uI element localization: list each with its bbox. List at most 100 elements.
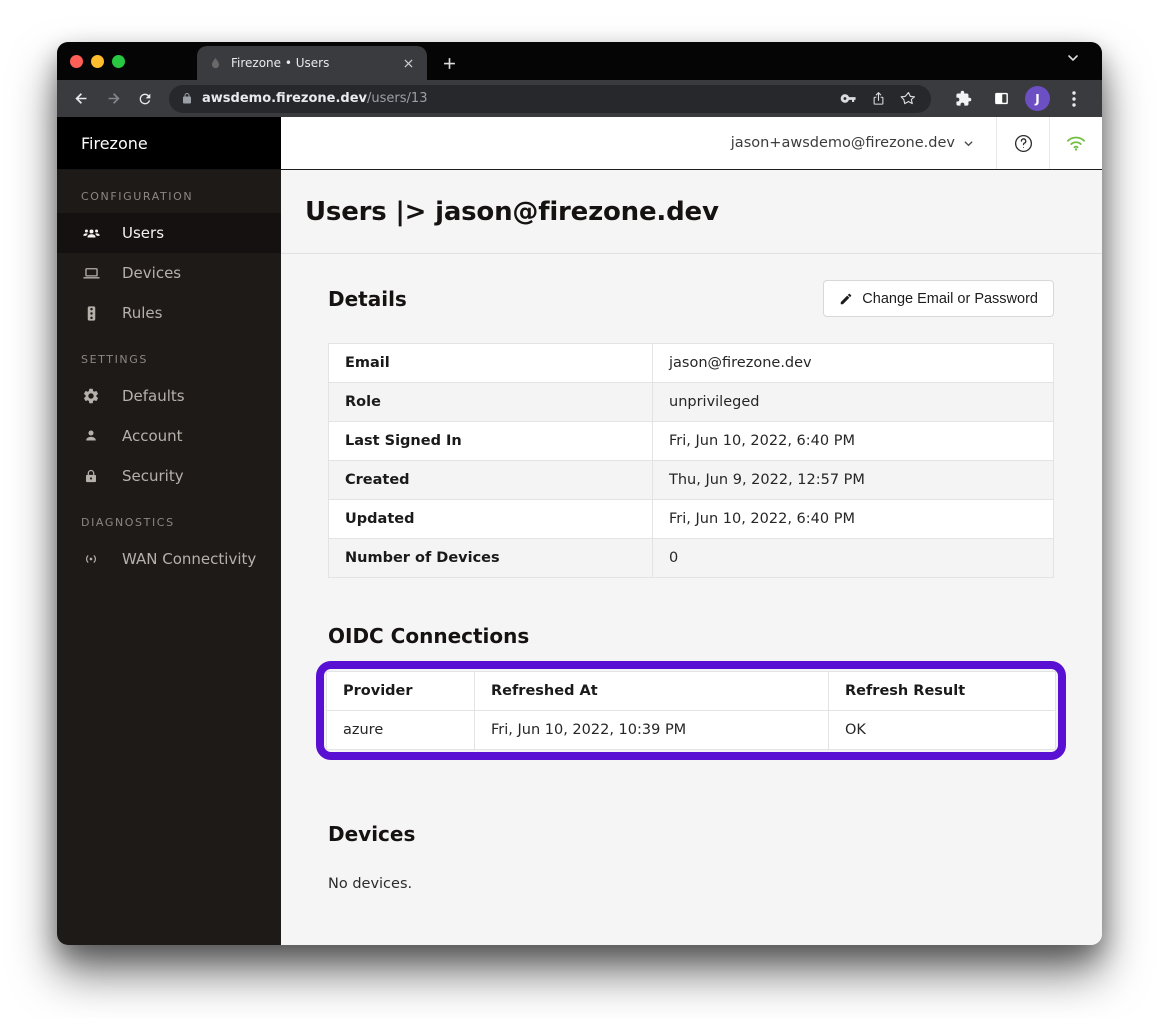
lock-icon (81, 468, 101, 485)
detail-label: Last Signed In (329, 422, 653, 461)
share-icon[interactable] (871, 90, 886, 107)
toolbar-right: J (941, 85, 1092, 113)
traffic-lights (57, 42, 139, 80)
url-domain: awsdemo.firezone.dev (202, 91, 367, 106)
bookmark-star-icon[interactable] (900, 90, 917, 107)
oidc-heading: OIDC Connections (328, 624, 529, 648)
browser-window: Firezone • Users (57, 42, 1102, 945)
oidc-refreshed-at: Fri, Jun 10, 2022, 10:39 PM (475, 711, 829, 750)
brand-logo[interactable]: Firezone (57, 117, 281, 170)
devices-section: Devices No devices. (328, 822, 1054, 892)
sidebar-section-diagnostics: DIAGNOSTICS (57, 496, 281, 539)
sidebar-item-label: Defaults (122, 387, 185, 405)
side-panel-icon[interactable] (987, 85, 1015, 113)
sidebar-item-label: Rules (122, 304, 162, 322)
address-bar[interactable]: awsdemo.firezone.dev/users/13 (169, 85, 931, 113)
sidebar-item-label: WAN Connectivity (122, 550, 256, 568)
table-row: azure Fri, Jun 10, 2022, 10:39 PM OK (327, 711, 1056, 750)
person-icon (81, 427, 101, 445)
help-icon (1013, 133, 1034, 154)
reload-icon[interactable] (131, 85, 159, 113)
sidebar-item-wan-connectivity[interactable]: WAN Connectivity (57, 539, 281, 579)
detail-value: Fri, Jun 10, 2022, 6:40 PM (653, 500, 1054, 539)
change-email-password-button[interactable]: Change Email or Password (823, 280, 1054, 317)
column-header-provider: Provider (327, 672, 475, 711)
sidebar-item-devices[interactable]: Devices (57, 253, 281, 293)
column-header-refreshed-at: Refreshed At (475, 672, 829, 711)
gear-icon (81, 387, 101, 405)
sidebar-item-account[interactable]: Account (57, 416, 281, 456)
sidebar-item-label: Users (122, 224, 164, 242)
sidebar-item-label: Security (122, 467, 184, 485)
wan-signal-icon (81, 550, 101, 568)
detail-value: Thu, Jun 9, 2022, 12:57 PM (653, 461, 1054, 500)
firezone-app: Firezone CONFIGURATION Users Devices (57, 117, 1102, 945)
sidebar-item-users[interactable]: Users (57, 213, 281, 253)
url-path: /users/13 (367, 91, 427, 106)
table-row: Created Thu, Jun 9, 2022, 12:57 PM (329, 461, 1054, 500)
extensions-puzzle-icon[interactable] (949, 85, 977, 113)
browser-menu-kebab-icon[interactable] (1060, 85, 1088, 113)
column-header-refresh-result: Refresh Result (829, 672, 1056, 711)
sidebar: Firezone CONFIGURATION Users Devices (57, 117, 281, 945)
oidc-highlight-annotation: Provider Refreshed At Refresh Result azu… (316, 661, 1066, 760)
page-title: Users |> jason@firezone.dev (305, 197, 719, 227)
url-text: awsdemo.firezone.dev/users/13 (202, 91, 840, 106)
close-window-button[interactable] (70, 55, 83, 68)
tab-search-chevron-icon[interactable] (1066, 51, 1080, 65)
detail-label: Email (329, 344, 653, 383)
laptop-icon (81, 264, 101, 283)
page-content: Details Change Email or Password Email j… (281, 254, 1102, 945)
minimize-window-button[interactable] (91, 55, 104, 68)
sidebar-item-security[interactable]: Security (57, 456, 281, 496)
app-topbar: jason+awsdemo@firezone.dev (281, 117, 1102, 170)
connectivity-button[interactable] (1049, 117, 1102, 169)
help-button[interactable] (996, 117, 1049, 169)
forward-icon[interactable] (99, 85, 127, 113)
sidebar-item-defaults[interactable]: Defaults (57, 376, 281, 416)
new-tab-button[interactable] (435, 49, 463, 77)
sidebar-section-configuration: CONFIGURATION (57, 170, 281, 213)
account-menu[interactable]: jason+awsdemo@firezone.dev (709, 117, 996, 169)
browser-toolbar: awsdemo.firezone.dev/users/13 (57, 80, 1102, 117)
detail-label: Updated (329, 500, 653, 539)
details-heading: Details (328, 287, 407, 311)
oidc-table: Provider Refreshed At Refresh Result azu… (326, 671, 1056, 750)
oidc-refresh-result: OK (829, 711, 1056, 750)
detail-label: Created (329, 461, 653, 500)
zoom-window-button[interactable] (112, 55, 125, 68)
omnibox-icons (840, 90, 921, 107)
table-row: Email jason@firezone.dev (329, 344, 1054, 383)
detail-value: 0 (653, 539, 1054, 578)
oidc-provider: azure (327, 711, 475, 750)
table-header-row: Provider Refreshed At Refresh Result (327, 672, 1056, 711)
browser-profile-avatar[interactable]: J (1025, 86, 1050, 111)
sidebar-item-label: Devices (122, 264, 181, 282)
details-header-row: Details Change Email or Password (328, 280, 1054, 317)
detail-value: Fri, Jun 10, 2022, 6:40 PM (653, 422, 1054, 461)
detail-value: jason@firezone.dev (653, 344, 1054, 383)
screenshot-stage: Firezone • Users (0, 0, 1159, 1018)
pencil-icon (839, 292, 853, 306)
devices-empty-text: No devices. (328, 876, 1054, 892)
table-row: Last Signed In Fri, Jun 10, 2022, 6:40 P… (329, 422, 1054, 461)
table-row: Number of Devices 0 (329, 539, 1054, 578)
page-header: Users |> jason@firezone.dev (281, 170, 1102, 254)
users-group-icon (81, 224, 101, 243)
back-icon[interactable] (67, 85, 95, 113)
table-row: Role unprivileged (329, 383, 1054, 422)
devices-heading: Devices (328, 822, 415, 846)
details-table: Email jason@firezone.dev Role unprivileg… (328, 343, 1054, 578)
sidebar-section-settings: SETTINGS (57, 333, 281, 376)
password-key-icon[interactable] (840, 90, 857, 107)
tab-close-icon[interactable] (399, 54, 417, 72)
firezone-favicon (209, 57, 222, 70)
tab-strip: Firezone • Users (57, 42, 1102, 80)
sidebar-item-rules[interactable]: Rules (57, 293, 281, 333)
tab-title: Firezone • Users (231, 56, 399, 70)
oidc-section: OIDC Connections Provider Refreshed At R… (328, 624, 1054, 760)
browser-tab[interactable]: Firezone • Users (197, 46, 427, 80)
https-lock-icon[interactable] (181, 92, 193, 105)
main-area: jason+awsdemo@firezone.dev Users |> jaso… (281, 117, 1102, 945)
table-row: Updated Fri, Jun 10, 2022, 6:40 PM (329, 500, 1054, 539)
